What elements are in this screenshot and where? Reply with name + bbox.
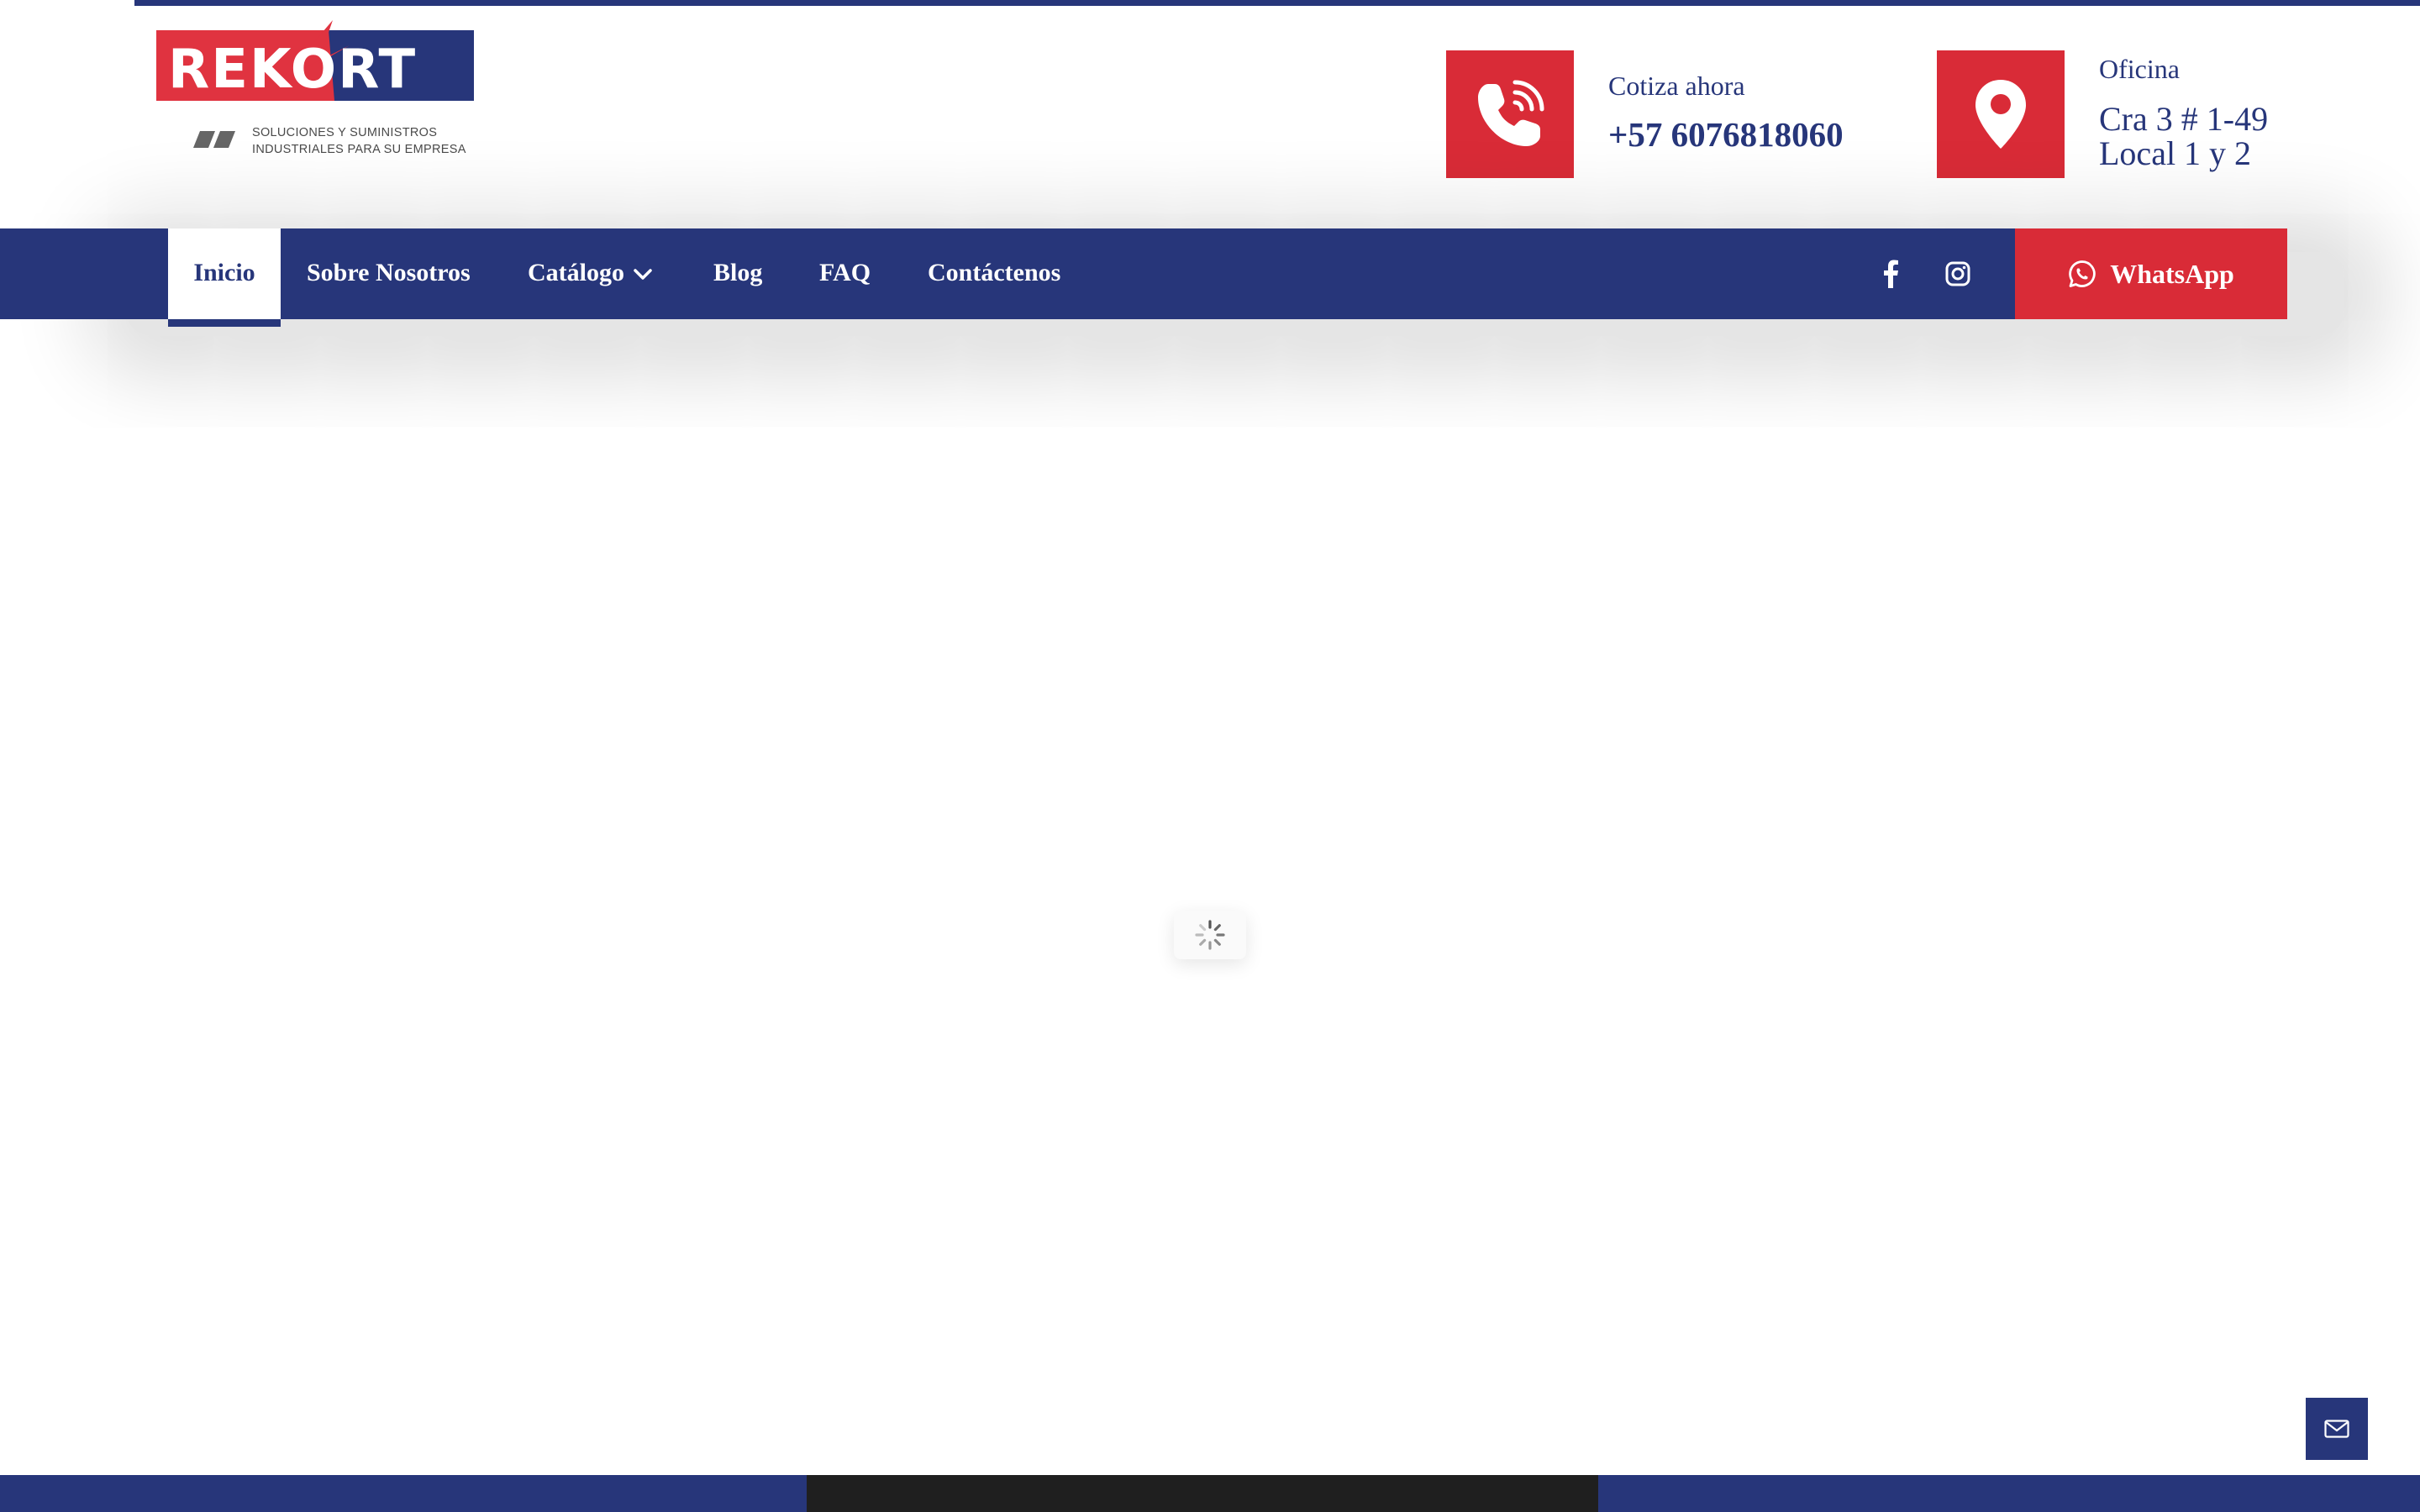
nav-item-catalogo-label: Catálogo	[528, 259, 624, 286]
rekort-logo[interactable]: REKORT SOLUCIONES Y SUMINISTROS INDUSTRI…	[156, 20, 476, 163]
loading-spinner-icon	[1195, 920, 1225, 950]
top-accent-line	[134, 0, 2420, 6]
phone-label: Cotiza ahora	[1608, 71, 1745, 101]
facebook-link[interactable]	[1874, 228, 1907, 319]
whatsapp-icon	[2069, 260, 2096, 287]
instagram-link[interactable]	[1941, 228, 1975, 319]
phone-icon-box[interactable]	[1446, 50, 1574, 178]
main-navigation: Inicio Sobre Nosotros Catálogo Blog FAQ …	[0, 228, 2287, 327]
whatsapp-label: WhatsApp	[2110, 258, 2234, 289]
nav-item-contactenos[interactable]: Contáctenos	[928, 228, 1060, 319]
nav-item-sobre-nosotros[interactable]: Sobre Nosotros	[307, 228, 471, 319]
bottom-dark-block	[807, 1475, 1598, 1512]
nav-item-inicio[interactable]: Inicio	[168, 228, 281, 327]
map-pin-icon	[1975, 80, 2026, 149]
nav-item-catalogo[interactable]: Catálogo	[528, 228, 653, 319]
location-icon-box	[1937, 50, 2065, 178]
svg-text:REKORT: REKORT	[168, 39, 417, 101]
chevron-down-icon	[634, 269, 652, 280]
nav-item-blog[interactable]: Blog	[713, 228, 762, 319]
loading-spinner	[1174, 911, 1246, 959]
contact-mail-button[interactable]	[2306, 1398, 2368, 1460]
logo-tagline: SOLUCIONES Y SUMINISTROS INDUSTRIALES PA…	[252, 126, 466, 156]
facebook-icon	[1884, 260, 1898, 288]
nav-item-faq[interactable]: FAQ	[819, 228, 871, 319]
office-address-line1: Cra 3 # 1-49	[2099, 100, 2269, 138]
phone-ringing-icon	[1478, 80, 1544, 146]
envelope-icon	[2324, 1420, 2349, 1438]
phone-number[interactable]: +57 6076818060	[1608, 114, 1844, 155]
office-label: Oficina	[2099, 54, 2180, 84]
instagram-icon	[1945, 261, 1970, 286]
office-address-line2: Local 1 y 2	[2099, 134, 2252, 172]
whatsapp-button[interactable]: WhatsApp	[2015, 228, 2287, 319]
